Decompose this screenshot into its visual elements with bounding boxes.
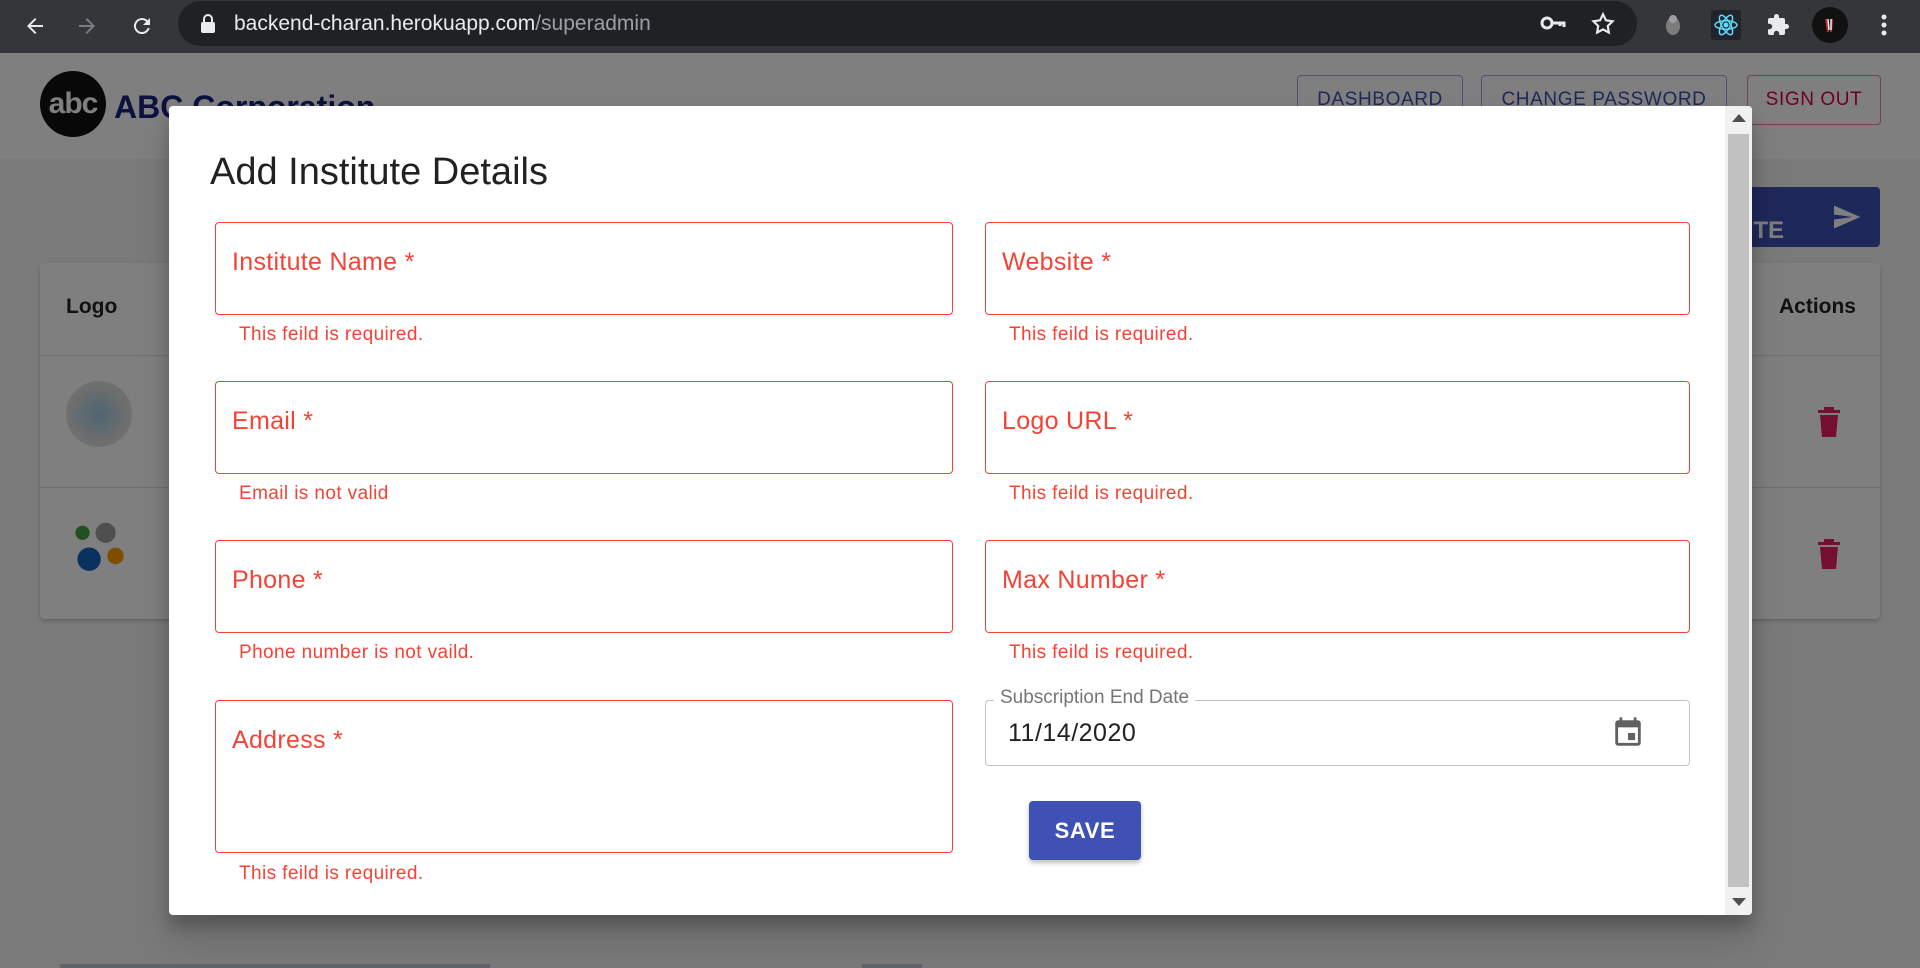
email-field[interactable]: Email *: [215, 381, 953, 474]
address-bar[interactable]: backend-charan.herokuapp.com/superadmin: [178, 1, 1637, 46]
subscription-end-date-label: Subscription End Date: [994, 687, 1196, 709]
website-error: This feild is required.: [1009, 324, 1194, 345]
key-icon[interactable]: [1540, 11, 1566, 40]
phone-error: Phone number is not vaild.: [239, 642, 475, 663]
extension-icon[interactable]: [1655, 7, 1691, 43]
calendar-icon[interactable]: [1611, 715, 1645, 756]
url-text: backend-charan.herokuapp.com/superadmin: [234, 12, 651, 35]
max-number-error: This feild is required.: [1009, 642, 1194, 663]
react-devtools-icon[interactable]: [1708, 7, 1744, 43]
scroll-down-arrow-icon[interactable]: [1732, 898, 1746, 906]
scroll-up-arrow-icon[interactable]: [1732, 114, 1746, 122]
email-label: Email *: [232, 407, 314, 435]
max-number-field[interactable]: Max Number *: [985, 540, 1690, 633]
taskbar-edge: [60, 964, 490, 968]
website-field[interactable]: Website *: [985, 222, 1690, 315]
scroll-thumb[interactable]: [1728, 134, 1749, 887]
puzzle-extensions-icon[interactable]: [1760, 7, 1796, 43]
logo-url-field[interactable]: Logo URL *: [985, 381, 1690, 474]
institute-name-error: This feild is required.: [239, 324, 424, 345]
institute-name-field[interactable]: Institute Name *: [215, 222, 953, 315]
dialog-scrollbar[interactable]: [1725, 106, 1752, 915]
back-icon[interactable]: [18, 9, 52, 43]
browser-menu-icon[interactable]: [1866, 7, 1902, 43]
forward-icon[interactable]: [70, 9, 104, 43]
save-button[interactable]: SAVE: [1029, 801, 1141, 860]
email-error: Email is not valid: [239, 483, 389, 504]
website-label: Website *: [1002, 248, 1112, 276]
dialog-title: Add Institute Details: [210, 151, 548, 193]
reload-icon[interactable]: [125, 9, 159, 43]
phone-field[interactable]: Phone *: [215, 540, 953, 633]
browser-toolbar: backend-charan.herokuapp.com/superadmin: [0, 0, 1920, 53]
phone-label: Phone *: [232, 566, 324, 594]
subscription-end-date-field[interactable]: Subscription End Date 11/14/2020: [985, 687, 1690, 766]
address-label: Address *: [232, 726, 344, 754]
institute-name-label: Institute Name *: [232, 248, 415, 276]
logo-url-label: Logo URL *: [1002, 407, 1134, 435]
add-institute-dialog: Add Institute Details Institute Name * T…: [169, 106, 1752, 915]
max-number-label: Max Number *: [1002, 566, 1166, 594]
logo-url-error: This feild is required.: [1009, 483, 1194, 504]
address-field[interactable]: Address *: [215, 700, 953, 853]
address-error: This feild is required.: [239, 863, 424, 884]
lock-icon: [200, 14, 216, 39]
subscription-end-date-value: 11/14/2020: [1008, 719, 1137, 747]
profile-avatar-icon[interactable]: [1812, 7, 1848, 43]
bookmark-star-icon[interactable]: [1590, 11, 1616, 42]
taskbar-edge: [862, 964, 922, 968]
